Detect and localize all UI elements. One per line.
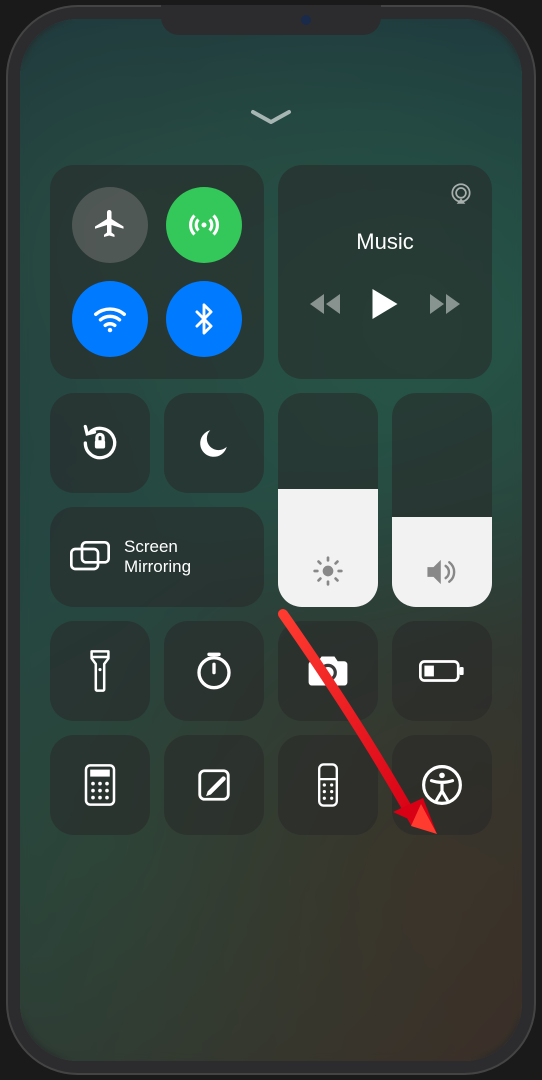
phone-frame: Music [6, 5, 536, 1075]
connectivity-module[interactable] [50, 165, 264, 379]
flashlight-icon [88, 650, 112, 692]
screen-mirroring-button[interactable]: Screen Mirroring [50, 507, 264, 607]
music-title: Music [356, 229, 413, 255]
brightness-fill [278, 489, 378, 607]
cellular-data-button[interactable] [166, 187, 242, 263]
camera-button[interactable] [278, 621, 378, 721]
previous-track-icon[interactable] [310, 294, 340, 314]
device-screen: Music [20, 19, 522, 1061]
wifi-button[interactable] [72, 281, 148, 357]
left-column: Screen Mirroring [50, 393, 264, 607]
moon-icon [196, 425, 232, 461]
orientation-lock-button[interactable] [50, 393, 150, 493]
timer-button[interactable] [164, 621, 264, 721]
row-connectivity-music: Music [50, 165, 492, 379]
front-camera-dot [301, 15, 311, 25]
bluetooth-button[interactable] [166, 281, 242, 357]
brightness-slider[interactable] [278, 393, 378, 607]
do-not-disturb-button[interactable] [164, 393, 264, 493]
flashlight-button[interactable] [50, 621, 150, 721]
chevron-down-icon[interactable] [249, 109, 293, 125]
orientation-lock-icon [78, 421, 122, 465]
notes-button[interactable] [164, 735, 264, 835]
play-icon[interactable] [372, 289, 398, 319]
notes-icon [195, 766, 233, 804]
low-power-mode-button[interactable] [392, 621, 492, 721]
control-center: Music [20, 19, 522, 1061]
shortcut-row-2 [50, 735, 492, 835]
music-module[interactable]: Music [278, 165, 492, 379]
wifi-icon [91, 300, 129, 338]
next-track-icon[interactable] [430, 294, 460, 314]
apple-tv-remote-button[interactable] [278, 735, 378, 835]
row-modes-sliders: Screen Mirroring [50, 393, 492, 607]
calculator-button[interactable] [50, 735, 150, 835]
accessibility-shortcut-button[interactable] [392, 735, 492, 835]
music-controls [310, 289, 460, 319]
airplane-icon [92, 207, 128, 243]
accessibility-icon [421, 764, 463, 806]
calculator-icon [84, 764, 116, 806]
remote-icon [317, 763, 339, 807]
device-notch [161, 5, 381, 35]
sun-icon [312, 555, 344, 587]
battery-icon [419, 659, 465, 683]
camera-icon [307, 654, 349, 688]
airplay-audio-icon[interactable] [448, 181, 474, 207]
shortcut-row-1 [50, 621, 492, 721]
screen-mirroring-label: Screen Mirroring [124, 537, 191, 576]
screen-mirroring-icon [70, 540, 110, 574]
speaker-icon [425, 557, 459, 587]
bluetooth-icon [187, 302, 221, 336]
timer-icon [194, 651, 234, 691]
airplane-mode-button[interactable] [72, 187, 148, 263]
cellular-icon [185, 206, 223, 244]
volume-slider[interactable] [392, 393, 492, 607]
